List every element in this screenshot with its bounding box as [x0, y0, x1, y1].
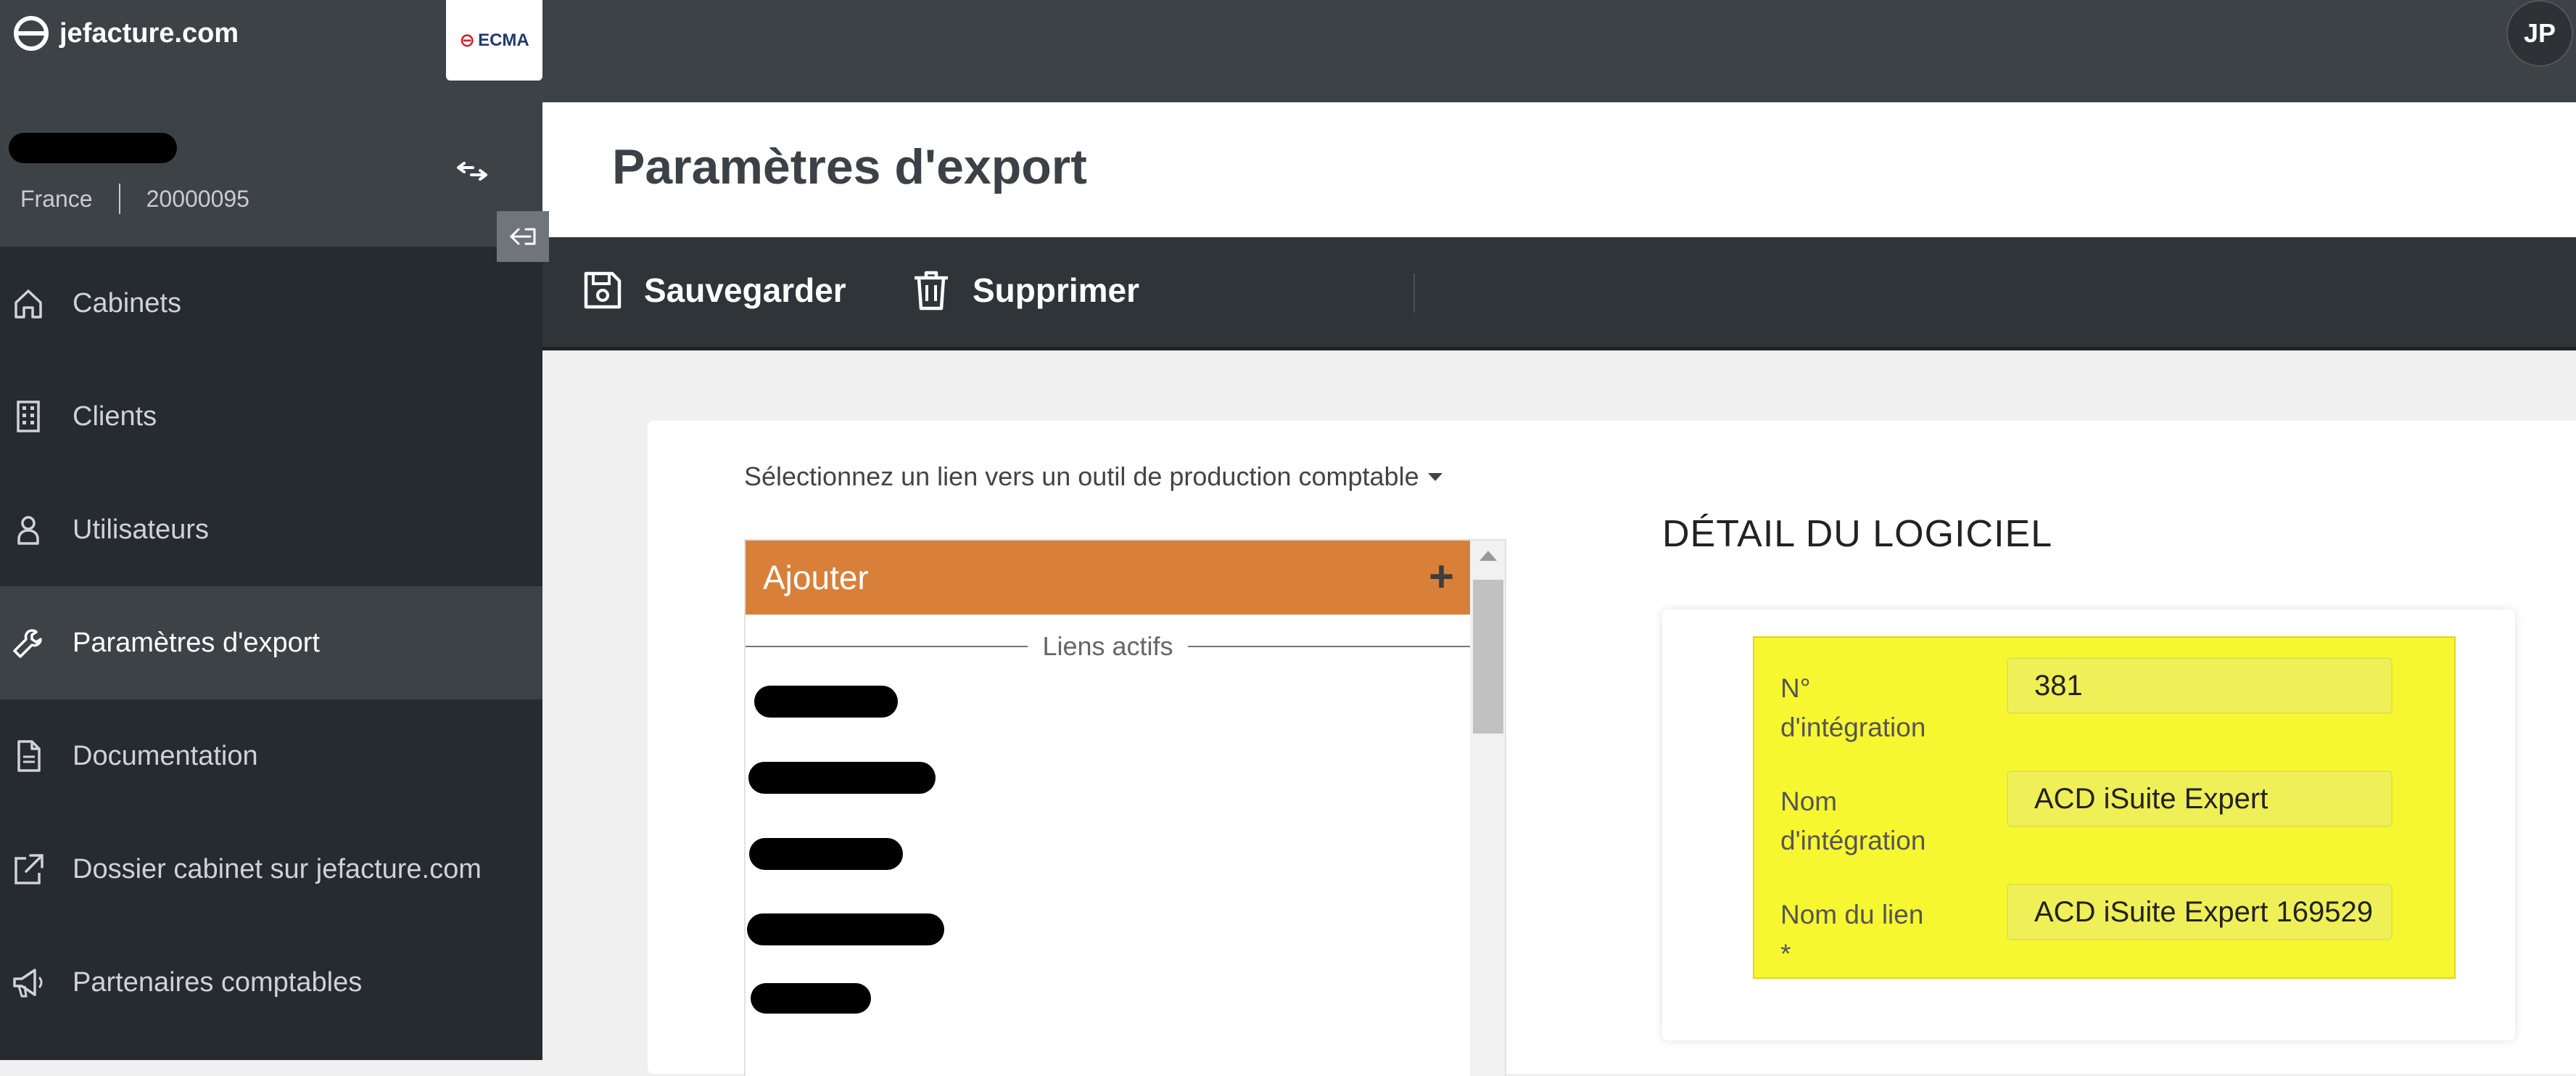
link-selector-dropdown[interactable]: Sélectionnez un lien vers un outil de pr…	[744, 461, 1442, 492]
sidebar-item-label: Documentation	[73, 740, 258, 771]
integration-number-label: N° d'intégration	[1780, 669, 1925, 747]
document-icon	[17, 740, 41, 772]
label-line: d'intégration	[1780, 712, 1926, 742]
collapse-sidebar-button[interactable]	[497, 211, 549, 262]
delete-button[interactable]: Supprimer	[909, 265, 1139, 316]
megaphone-icon	[13, 969, 43, 998]
partner-logo-text: ECMA	[478, 30, 529, 50]
listbox-scrollbar[interactable]	[1470, 541, 1505, 1076]
brand-logo[interactable]: jefacture.com	[13, 13, 239, 54]
link-item-redacted[interactable]	[748, 762, 936, 794]
active-links-divider: Liens actifs	[746, 631, 1470, 662]
add-link-label: Ajouter	[763, 559, 869, 596]
label-line: N°	[1780, 673, 1811, 703]
label-line: *	[1780, 939, 1791, 969]
top-bar: jefacture.com ⊖ ECMA JP	[0, 0, 2576, 102]
divider-line	[746, 646, 1028, 647]
links-listbox[interactable]: Ajouter + Liens actifs	[744, 539, 1506, 1076]
link-name-field[interactable]: ACD iSuite Expert 169529	[2007, 884, 2393, 940]
sidebar: France 20000095 Cabinets Clients Utilisa…	[0, 102, 549, 1060]
plus-icon: +	[1428, 552, 1454, 601]
sidebar-item-partenaires[interactable]: Partenaires comptables	[0, 926, 542, 1039]
save-button[interactable]: Sauvegarder	[580, 265, 846, 316]
brand-name: jefacture.com	[59, 17, 239, 49]
building-icon	[17, 401, 40, 432]
save-button-label: Sauvegarder	[644, 271, 846, 309]
account-panel: France 20000095	[0, 102, 542, 247]
sidebar-item-documentation[interactable]: Documentation	[0, 699, 542, 813]
trash-icon	[915, 271, 948, 311]
sidebar-item-label: Paramètres d'export	[73, 627, 320, 658]
sidebar-item-label: Dossier cabinet sur jefacture.com	[73, 853, 482, 884]
integration-name-field[interactable]: ACD iSuite Expert	[2007, 771, 2393, 827]
sidebar-item-clients[interactable]: Clients	[0, 360, 542, 473]
action-toolbar: Sauvegarder Supprimer	[542, 237, 2576, 350]
sidebar-item-cabinets[interactable]: Cabinets	[0, 247, 542, 360]
sidebar-item-label: Partenaires comptables	[73, 966, 363, 998]
sidebar-item-utilisateurs[interactable]: Utilisateurs	[0, 473, 542, 586]
scroll-up-arrow-icon[interactable]	[1479, 551, 1497, 561]
link-item-redacted[interactable]	[754, 686, 898, 718]
divider-line	[1187, 646, 1470, 647]
brand-logo-icon	[14, 16, 49, 51]
integration-number-field[interactable]: 381	[2007, 657, 2393, 714]
sidebar-item-parametres-export[interactable]: Paramètres d'export	[0, 586, 542, 699]
page-title: Paramètres d'export	[612, 139, 1087, 194]
delete-button-label: Supprimer	[973, 271, 1140, 309]
active-links-label: Liens actifs	[1042, 631, 1173, 661]
add-link-button[interactable]: Ajouter +	[746, 541, 1470, 615]
partner-logo-icon: ⊖	[459, 29, 476, 51]
link-name-label: Nom du lien *	[1780, 895, 1923, 974]
user-avatar[interactable]: JP	[2506, 0, 2573, 67]
integration-name-label: Nom d'intégration	[1780, 782, 1925, 861]
sidebar-item-label: Clients	[73, 401, 157, 432]
account-country: France	[20, 185, 93, 212]
label-line: Nom du lien	[1780, 900, 1924, 929]
label-line: Nom	[1780, 787, 1838, 816]
partner-logo: ⊖ ECMA	[446, 0, 542, 81]
account-meta: France 20000095	[20, 184, 249, 214]
home-icon	[15, 289, 42, 319]
collapse-sidebar-icon	[509, 228, 536, 245]
account-id: 20000095	[146, 185, 249, 212]
sidebar-item-label: Utilisateurs	[73, 514, 209, 545]
save-icon	[584, 271, 622, 309]
page-header: Paramètres d'export	[542, 102, 2576, 237]
link-item-redacted[interactable]	[747, 913, 944, 945]
scrollbar-thumb[interactable]	[1473, 580, 1503, 734]
external-link-icon	[15, 854, 44, 884]
link-item-redacted[interactable]	[751, 983, 871, 1014]
sidebar-nav: Cabinets Clients Utilisateurs Paramètres…	[0, 247, 542, 1039]
switch-account-icon[interactable]	[454, 153, 490, 189]
account-meta-separator	[118, 184, 120, 214]
detail-title: DÉTAIL DU LOGICIEL	[1662, 513, 2053, 555]
link-item-redacted[interactable]	[749, 838, 903, 870]
wrench-icon	[13, 629, 42, 658]
user-icon	[17, 516, 39, 545]
sidebar-item-dossier-cabinet[interactable]: Dossier cabinet sur jefacture.com	[0, 813, 542, 926]
toolbar-separator	[1413, 274, 1415, 313]
link-selector-label: Sélectionnez un lien vers un outil de pr…	[744, 461, 1419, 491]
label-line: d'intégration	[1780, 826, 1926, 855]
account-name-redacted	[9, 133, 177, 163]
caret-down-icon	[1427, 472, 1442, 481]
sidebar-item-label: Cabinets	[73, 287, 181, 319]
